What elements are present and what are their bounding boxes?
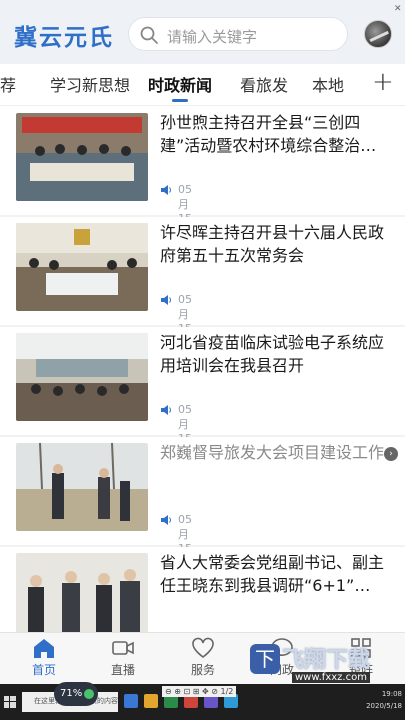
meeting-photo-icon <box>16 113 148 201</box>
user-avatar[interactable] <box>364 20 392 48</box>
people-photo-icon <box>16 553 148 632</box>
taskbar-folder-icon[interactable] <box>144 694 158 708</box>
status-dot-icon <box>84 689 94 699</box>
search-placeholder[interactable]: 请输入关键字 <box>167 26 257 47</box>
news-title[interactable]: 省人大常委会党组副书记、副主任王晓东到我县调研“6+1”… <box>160 551 392 597</box>
tab-tourism[interactable]: 看旅发 <box>240 72 288 96</box>
nav-label: 直播 <box>110 663 135 677</box>
app-logo: 冀云元氏 <box>14 24 114 51</box>
home-icon <box>34 639 54 658</box>
news-title[interactable]: 孙世煦主持召开全县“三创四建”活动暨农村环境综合整治… <box>160 111 392 157</box>
meeting-photo-icon <box>16 223 148 311</box>
outdoor-photo-icon <box>16 443 148 531</box>
search-icon <box>140 26 158 44</box>
search-bar[interactable]: 请输入关键字 <box>128 17 348 51</box>
meeting-photo-icon <box>16 333 148 421</box>
nav-item-service[interactable]: 服务 <box>173 637 233 678</box>
watermark-text: 飞翔下载 <box>282 648 371 673</box>
tab-politics[interactable]: 时政新闻 <box>148 72 212 96</box>
zoom-controls[interactable]: ⊖ ⊕ ⊡ ⊞ ✥ ⊘ 1/2 <box>162 686 237 697</box>
clock-time: 19:08 <box>381 690 402 698</box>
scroll-handle-icon[interactable]: › <box>384 447 398 461</box>
list-item[interactable]: 许尽晖主持召开县十六届人民政府第五十五次常务会 05月15日 <box>0 217 405 350</box>
heart-icon <box>192 637 214 658</box>
taskbar-clock[interactable]: 19:08 2020/5/18 <box>352 688 402 712</box>
speaker-icon[interactable] <box>160 184 172 196</box>
watermark-logo-icon: 下 <box>250 644 280 674</box>
speaker-icon[interactable] <box>160 294 172 306</box>
speaker-icon[interactable] <box>160 514 172 526</box>
news-thumbnail <box>16 443 148 531</box>
taskbar-app-icon[interactable] <box>124 694 138 708</box>
window-close-icon[interactable]: ✕ <box>394 4 402 14</box>
watermark-url: www.fxxz.com <box>292 672 370 683</box>
news-thumbnail <box>16 113 148 201</box>
speaker-icon[interactable] <box>160 404 172 416</box>
nav-label: 服务 <box>190 663 215 677</box>
news-thumbnail <box>16 333 148 421</box>
avatar-image-icon <box>369 30 389 43</box>
news-title[interactable]: 郑巍督导旅发大会项目建设工作 <box>160 441 392 464</box>
tab-recommend[interactable]: 推荐 <box>0 72 16 96</box>
category-tabs: 推荐 学习新思想 时政新闻 看旅发 本地 + <box>0 64 405 106</box>
widget-unit: % <box>72 688 83 699</box>
news-list: 孙世煦主持召开全县“三创四建”活动暨农村环境综合整治… 05月15日 许尽晖主持… <box>0 107 405 632</box>
news-title[interactable]: 许尽晖主持召开县十六届人民政府第五十五次常务会 <box>160 221 392 267</box>
news-thumbnail <box>16 553 148 632</box>
active-tab-indicator <box>172 99 188 102</box>
nav-item-home[interactable]: 首页 <box>14 637 74 678</box>
video-icon <box>112 641 134 655</box>
windows-start-icon[interactable] <box>4 696 16 708</box>
list-item[interactable]: 河北省疫苗临床试验电子系统应用培训会在我县召开 05月15日 <box>0 327 405 460</box>
list-item[interactable]: 郑巍督导旅发大会项目建设工作 05月15日 <box>0 437 405 570</box>
tab-study[interactable]: 学习新思想 <box>50 72 130 96</box>
tab-local[interactable]: 本地 <box>312 72 344 96</box>
app-header: 冀云元氏 请输入关键字 ✕ <box>0 0 405 64</box>
add-tab-icon[interactable]: + <box>372 67 394 97</box>
clock-date: 2020/5/18 <box>366 702 402 710</box>
list-item[interactable]: 孙世煦主持召开全县“三创四建”活动暨农村环境综合整治… 05月15日 <box>0 107 405 240</box>
list-item[interactable]: 省人大常委会党组副书记、副主任王晓东到我县调研“6+1”… <box>0 547 405 632</box>
news-title[interactable]: 河北省疫苗临床试验电子系统应用培训会在我县召开 <box>160 331 392 377</box>
performance-widget[interactable]: 71% <box>54 682 98 706</box>
news-thumbnail <box>16 223 148 311</box>
nav-label: 首页 <box>31 663 56 677</box>
widget-value: 71 <box>60 688 73 699</box>
nav-item-live[interactable]: 直播 <box>93 637 153 678</box>
